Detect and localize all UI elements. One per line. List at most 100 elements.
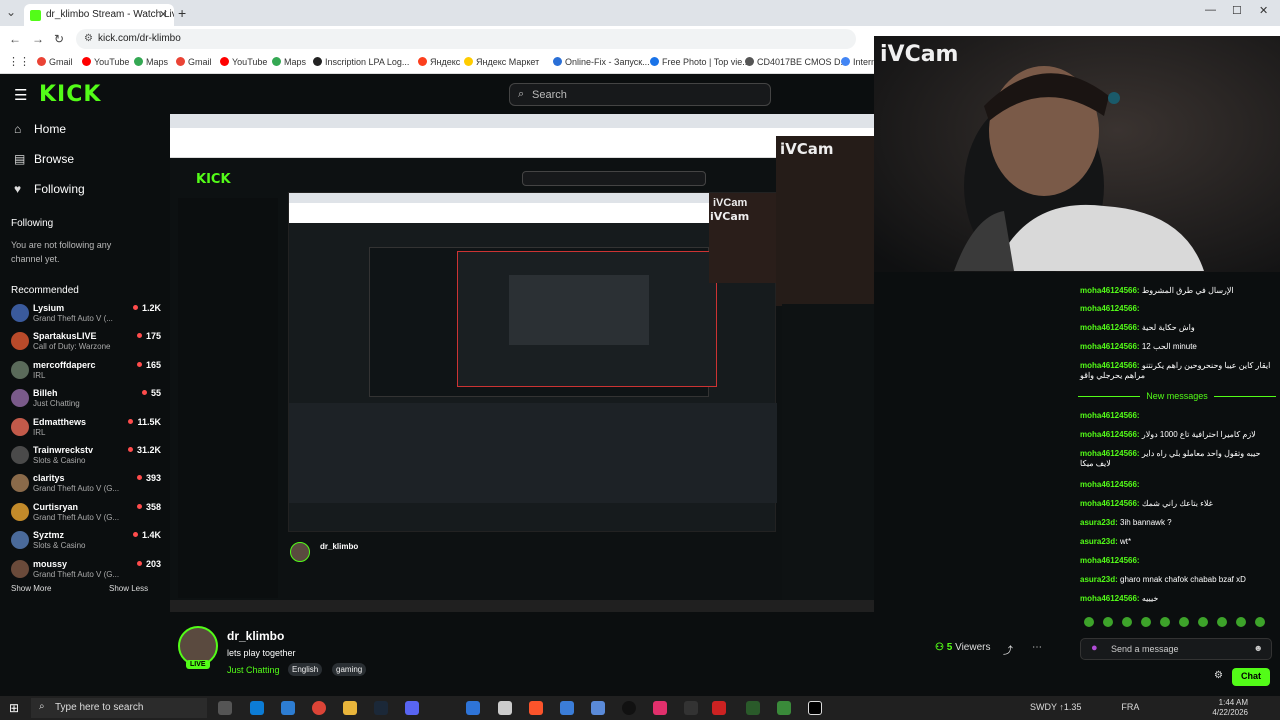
chat-username[interactable]: moha46124566: [1080,323,1140,332]
emoji-icon[interactable]: ☻ [1254,643,1263,653]
edge-icon[interactable] [250,701,264,715]
bookmark-yandex[interactable]: Яндекс [418,57,460,67]
site-info-icon[interactable]: ⚙ [84,33,93,44]
emote-icon[interactable] [1179,617,1189,627]
browser-tab[interactable]: dr_klimbo Stream - Watch Live ✕ [24,4,174,26]
sidebar-item-following[interactable]: ♥ Following [14,182,85,196]
sidebar-item-home[interactable]: ⌂ Home [14,122,66,136]
recommended-channel[interactable]: Curtisryan Grand Theft Auto V (G... 358 [11,502,161,524]
app-icon[interactable] [498,701,512,715]
emote-icon[interactable] [1236,617,1246,627]
emote-icon[interactable] [1084,617,1094,627]
chat-username[interactable]: moha46124566: [1080,342,1140,351]
bookmark-maps[interactable]: Maps [134,57,168,67]
chrome-icon[interactable] [312,701,326,715]
channel-name[interactable]: dr_klimbo [227,629,284,643]
tab-menu-icon[interactable]: ⌄ [6,5,16,19]
chat-username[interactable]: asura23d: [1080,575,1118,584]
minimize-icon[interactable]: — [1205,4,1216,16]
recommended-channel[interactable]: Lysium Grand Theft Auto V (... 1.2K [11,303,161,325]
show-more-link[interactable]: Show More [11,584,51,593]
emote-icon[interactable] [1217,617,1227,627]
emote-icon[interactable] [1255,617,1265,627]
taskbar-search-input[interactable]: ⌕ Type here to search [31,698,207,718]
chat-send-button[interactable]: Chat [1232,668,1270,686]
maximize-icon[interactable]: ☐ [1232,4,1242,17]
chat-username[interactable]: moha46124566: [1080,499,1140,508]
bookmark-youtube-2[interactable]: YouTube [220,57,267,67]
task-view-icon[interactable] [218,701,232,715]
bookmark-youtube[interactable]: YouTube [82,57,129,67]
chat-username[interactable]: asura23d: [1080,518,1118,527]
bookmark-inscription[interactable]: Inscription LPA Log... [313,57,409,67]
app-green-2-icon[interactable] [777,701,791,715]
m-app-icon[interactable] [808,701,822,715]
recommended-channel[interactable]: Syztmz Slots & Casino 1.4K [11,530,161,552]
recommended-channel[interactable]: mercoffdaperc IRL 165 [11,360,161,382]
more-options-icon[interactable]: ⋯ [1032,642,1042,653]
windows-start-icon[interactable]: ⊞ [9,701,19,715]
bookmark-maps-2[interactable]: Maps [272,57,306,67]
tab-close-icon[interactable]: ✕ [159,8,168,21]
app-green-icon[interactable] [746,701,760,715]
address-bar[interactable]: ⚙ kick.com/dr-klimbo [76,29,856,49]
clock[interactable]: 1:44 AM 4/22/2026 [1208,698,1248,718]
steam-icon[interactable] [374,701,388,715]
chat-username[interactable]: moha46124566: [1080,361,1140,370]
emote-icon[interactable] [1160,617,1170,627]
chat-username[interactable]: moha46124566: [1080,480,1140,489]
microphone-icon[interactable]: ● [1091,642,1098,654]
apps-icon[interactable]: ⋮⋮ [8,55,30,68]
recommended-channel[interactable]: SpartakusLIVE Call of Duty: Warzone 175 [11,331,161,353]
bookmark-yandex-market[interactable]: Яндекс Маркет [464,57,539,67]
chat-username[interactable]: moha46124566: [1080,411,1140,420]
bookmark-gmail[interactable]: Gmail [37,57,73,67]
recommended-channel[interactable]: Billeh Just Chatting 55 [11,388,161,410]
brave-icon[interactable] [529,701,543,715]
menu-icon[interactable]: ☰ [14,86,27,104]
chat-username[interactable]: moha46124566: [1080,449,1140,458]
chat-username[interactable]: moha46124566: [1080,430,1140,439]
chat-username[interactable]: asura23d: [1080,537,1118,546]
new-tab-button[interactable]: + [178,5,186,21]
close-window-icon[interactable]: ✕ [1259,4,1268,17]
forward-icon[interactable]: → [32,32,44,46]
bookmark-gmail-2[interactable]: Gmail [176,57,212,67]
recommended-channel[interactable]: moussy Grand Theft Auto V (G... 203 [11,559,161,581]
gear-icon[interactable]: ⚙ [1214,670,1223,681]
emote-icon[interactable] [1122,617,1132,627]
chat-username[interactable]: moha46124566: [1080,286,1140,295]
chat-username[interactable]: moha46124566: [1080,304,1140,313]
emote-icon[interactable] [1141,617,1151,627]
bookmark-intern[interactable]: Intern [841,57,876,67]
chat-username[interactable]: moha46124566: [1080,556,1140,565]
emote-icon[interactable] [1103,617,1113,627]
recommended-channel[interactable]: claritys Grand Theft Auto V (G... 393 [11,473,161,495]
store-icon[interactable] [281,701,295,715]
file-explorer-icon[interactable] [343,701,357,715]
category-link[interactable]: Just Chatting [227,665,280,675]
tag-english[interactable]: English [288,663,323,676]
search-input[interactable]: ⌕ Search [509,83,771,106]
recommended-channel[interactable]: Edmatthews IRL 11.5K [11,417,161,439]
stream-video[interactable]: KICK iVCam iVCam iVCam dr_klimbo [170,114,874,612]
bookmark-cd4017[interactable]: CD4017BE CMOS D... [745,57,848,67]
kick-logo[interactable]: KICK [39,82,101,107]
app-dark-icon[interactable] [684,701,698,715]
text-app-icon[interactable] [712,701,726,715]
obs-icon[interactable] [622,701,636,715]
back-icon[interactable]: ← [9,32,21,46]
recommended-channel[interactable]: Trainwreckstv Slots & Casino 31.2K [11,445,161,467]
emote-icon[interactable] [1198,617,1208,627]
app-blue-icon[interactable] [560,701,574,715]
tag-gaming[interactable]: gaming [332,663,367,676]
system-tray[interactable]: SWDY ↑1.35 FRA [1030,702,1139,712]
reload-icon[interactable]: ↻ [54,32,64,46]
word-icon[interactable] [466,701,480,715]
app-lightblue-icon[interactable] [591,701,605,715]
tiktok-icon[interactable] [653,701,667,715]
bookmark-free-photo[interactable]: Free Photo | Top vie... [650,57,750,67]
new-messages-divider[interactable]: New messages [1074,391,1280,401]
chat-input[interactable]: ● Send a message ☻ [1080,638,1272,660]
discord-icon[interactable] [405,701,419,715]
